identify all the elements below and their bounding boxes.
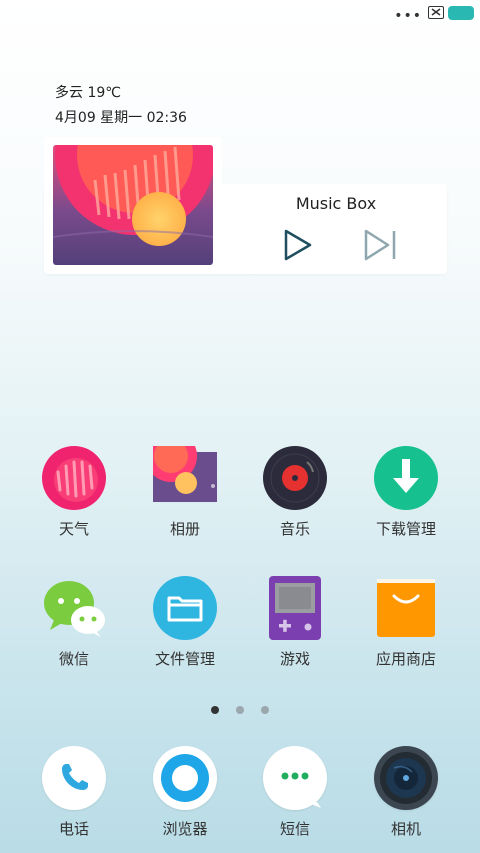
wechat-icon — [42, 576, 106, 640]
album-art[interactable] — [53, 145, 213, 265]
music-icon — [263, 446, 327, 510]
dock-phone[interactable]: 电话 — [19, 746, 129, 839]
app-label: 下载管理 — [375, 520, 436, 538]
sms-icon — [263, 746, 327, 810]
notification-dots: ••• — [394, 8, 422, 24]
app-download-manager[interactable]: 下载管理 — [351, 446, 461, 539]
app-weather[interactable]: 天气 — [19, 446, 129, 539]
status-bar: ••• — [0, 0, 480, 28]
app-gallery[interactable]: 相册 — [130, 430, 240, 539]
app-label: 文件管理 — [154, 650, 215, 668]
app-label: 音乐 — [279, 520, 310, 538]
page-indicator[interactable] — [0, 699, 480, 718]
app-wechat[interactable]: 微信 — [19, 576, 129, 669]
app-label: 相册 — [169, 520, 200, 538]
page-dot[interactable] — [236, 706, 244, 714]
battery-icon — [448, 6, 474, 20]
app-label: 电话 — [58, 820, 89, 838]
app-file-manager[interactable]: 文件管理 — [130, 576, 240, 669]
dock-sms[interactable]: 短信 — [240, 746, 350, 839]
app-label: 浏览器 — [162, 820, 208, 838]
next-button[interactable] — [362, 227, 398, 263]
app-label: 微信 — [58, 650, 89, 668]
browser-icon — [153, 746, 217, 810]
phone-icon — [42, 746, 106, 810]
app-label: 相机 — [390, 820, 421, 838]
page-dot[interactable] — [210, 706, 219, 714]
skip-next-icon — [364, 229, 396, 261]
weather-text[interactable]: 多云 19℃ — [55, 82, 121, 102]
app-store[interactable]: 应用商店 — [351, 576, 461, 669]
download-icon — [374, 446, 438, 510]
app-games[interactable]: 游戏 — [240, 576, 350, 669]
gallery-icon — [145, 430, 219, 510]
app-label: 应用商店 — [375, 650, 436, 668]
music-title: Music Box — [295, 194, 377, 213]
play-icon — [284, 229, 312, 261]
app-label: 天气 — [58, 520, 89, 538]
dock-browser[interactable]: 浏览器 — [130, 746, 240, 839]
app-store-icon — [374, 576, 438, 640]
no-sim-icon — [428, 6, 444, 19]
camera-icon — [374, 746, 438, 810]
page-dot[interactable] — [261, 706, 270, 714]
app-label: 短信 — [279, 820, 310, 838]
app-music[interactable]: 音乐 — [240, 446, 350, 539]
game-icon — [263, 576, 327, 640]
datetime-text[interactable]: 4月09 星期一 02:36 — [55, 107, 187, 127]
dock-camera[interactable]: 相机 — [351, 746, 461, 839]
folder-icon — [153, 576, 217, 640]
play-button[interactable] — [280, 227, 316, 263]
app-label: 游戏 — [279, 650, 310, 668]
weather-icon — [42, 446, 106, 510]
